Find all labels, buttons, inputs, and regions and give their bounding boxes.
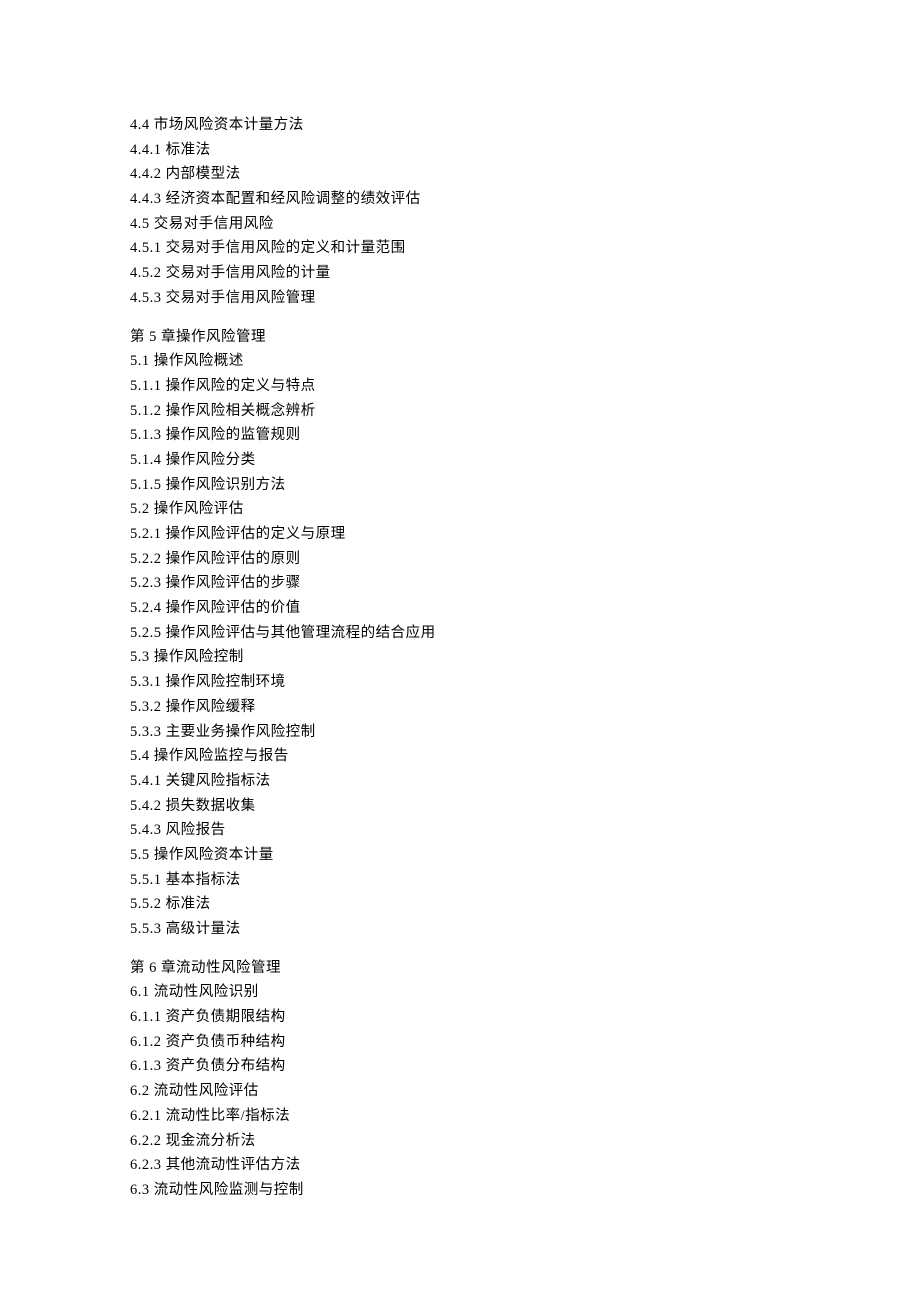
toc-line: 4.5.3 交易对手信用风险管理 [130, 291, 920, 306]
toc-line: 6.2.3 其他流动性评估方法 [130, 1158, 920, 1173]
section-gap [130, 316, 920, 330]
toc-line: 4.5.2 交易对手信用风险的计量 [130, 266, 920, 281]
toc-line: 5.4 操作风险监控与报告 [130, 749, 920, 764]
toc-line: 4.5.1 交易对手信用风险的定义和计量范围 [130, 241, 920, 256]
toc-line: 6.2.1 流动性比率/指标法 [130, 1109, 920, 1124]
toc-line: 5.2.4 操作风险评估的价值 [130, 601, 920, 616]
toc-line: 5.5.1 基本指标法 [130, 873, 920, 888]
toc-line: 6.1.3 资产负债分布结构 [130, 1059, 920, 1074]
toc-line: 5.2.3 操作风险评估的步骤 [130, 576, 920, 591]
toc-line: 6.1.2 资产负债币种结构 [130, 1035, 920, 1050]
toc-chapter-heading: 第 5 章操作风险管理 [130, 330, 920, 345]
toc-line: 5.1.5 操作风险识别方法 [130, 478, 920, 493]
toc-chapter-heading: 第 6 章流动性风险管理 [130, 961, 920, 976]
document-page: 4.4 市场风险资本计量方法 4.4.1 标准法 4.4.2 内部模型法 4.4… [0, 0, 920, 1197]
toc-line: 5.5.2 标准法 [130, 897, 920, 912]
toc-line: 5.3.3 主要业务操作风险控制 [130, 725, 920, 740]
toc-line: 5.1.1 操作风险的定义与特点 [130, 379, 920, 394]
toc-line: 6.1.1 资产负债期限结构 [130, 1010, 920, 1025]
toc-line: 5.4.3 风险报告 [130, 823, 920, 838]
toc-line: 5.4.1 关键风险指标法 [130, 774, 920, 789]
toc-line: 4.4.3 经济资本配置和经风险调整的绩效评估 [130, 192, 920, 207]
toc-line: 6.1 流动性风险识别 [130, 985, 920, 1000]
toc-line: 4.4 市场风险资本计量方法 [130, 118, 920, 133]
toc-line: 5.1.3 操作风险的监管规则 [130, 428, 920, 443]
toc-line: 5.5 操作风险资本计量 [130, 848, 920, 863]
toc-line: 5.3.1 操作风险控制环境 [130, 675, 920, 690]
toc-line: 5.2 操作风险评估 [130, 502, 920, 517]
toc-line: 5.5.3 高级计量法 [130, 922, 920, 937]
toc-line: 5.1 操作风险概述 [130, 354, 920, 369]
toc-line: 5.1.4 操作风险分类 [130, 453, 920, 468]
toc-line: 4.5 交易对手信用风险 [130, 217, 920, 232]
toc-line: 6.3 流动性风险监测与控制 [130, 1183, 920, 1198]
toc-line: 5.3 操作风险控制 [130, 650, 920, 665]
toc-line: 5.2.1 操作风险评估的定义与原理 [130, 527, 920, 542]
toc-line: 5.2.5 操作风险评估与其他管理流程的结合应用 [130, 626, 920, 641]
toc-line: 4.4.1 标准法 [130, 143, 920, 158]
toc-line: 4.4.2 内部模型法 [130, 167, 920, 182]
toc-line: 6.2.2 现金流分析法 [130, 1134, 920, 1149]
toc-line: 5.1.2 操作风险相关概念辨析 [130, 404, 920, 419]
toc-line: 6.2 流动性风险评估 [130, 1084, 920, 1099]
toc-line: 5.3.2 操作风险缓释 [130, 700, 920, 715]
toc-line: 5.2.2 操作风险评估的原则 [130, 552, 920, 567]
toc-line: 5.4.2 损失数据收集 [130, 799, 920, 814]
section-gap [130, 947, 920, 961]
